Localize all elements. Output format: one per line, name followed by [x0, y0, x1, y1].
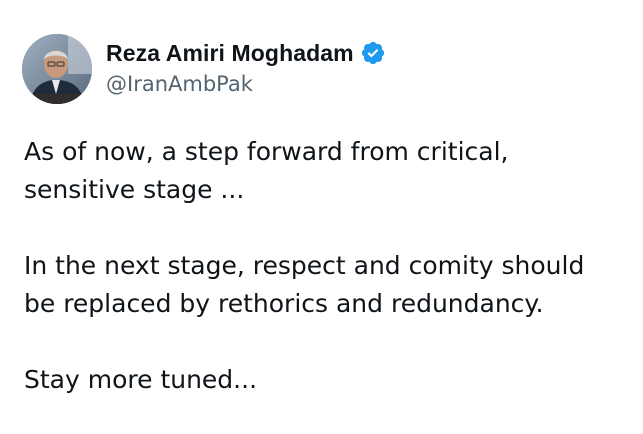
tweet-paragraph: As of now, a step forward from critical,…	[24, 133, 624, 209]
tweet-card: Reza Amiri Moghadam @IranAmbPak As of no…	[0, 0, 643, 434]
author-info: Reza Amiri Moghadam @IranAmbPak	[106, 38, 386, 96]
avatar[interactable]	[22, 34, 92, 104]
tweet-paragraph: Stay more tuned...	[24, 361, 624, 399]
tweet-paragraph: In the next stage, respect and comity sh…	[24, 247, 624, 323]
tweet-text-line: sensitive stage ...	[24, 175, 245, 204]
tweet-text-line: Stay more tuned...	[24, 365, 258, 394]
name-row: Reza Amiri Moghadam	[106, 38, 386, 68]
verified-badge-icon	[360, 40, 386, 66]
author-handle[interactable]: @IranAmbPak	[106, 72, 386, 96]
tweet-text-line: In the next stage, respect and comity sh…	[24, 251, 585, 280]
tweet-text-line: be replaced by rethorics and redundancy.	[24, 289, 544, 318]
tweet-text-line: As of now, a step forward from critical,	[24, 137, 509, 166]
author-display-name[interactable]: Reza Amiri Moghadam	[106, 40, 354, 67]
tweet-text: As of now, a step forward from critical,…	[24, 133, 624, 399]
